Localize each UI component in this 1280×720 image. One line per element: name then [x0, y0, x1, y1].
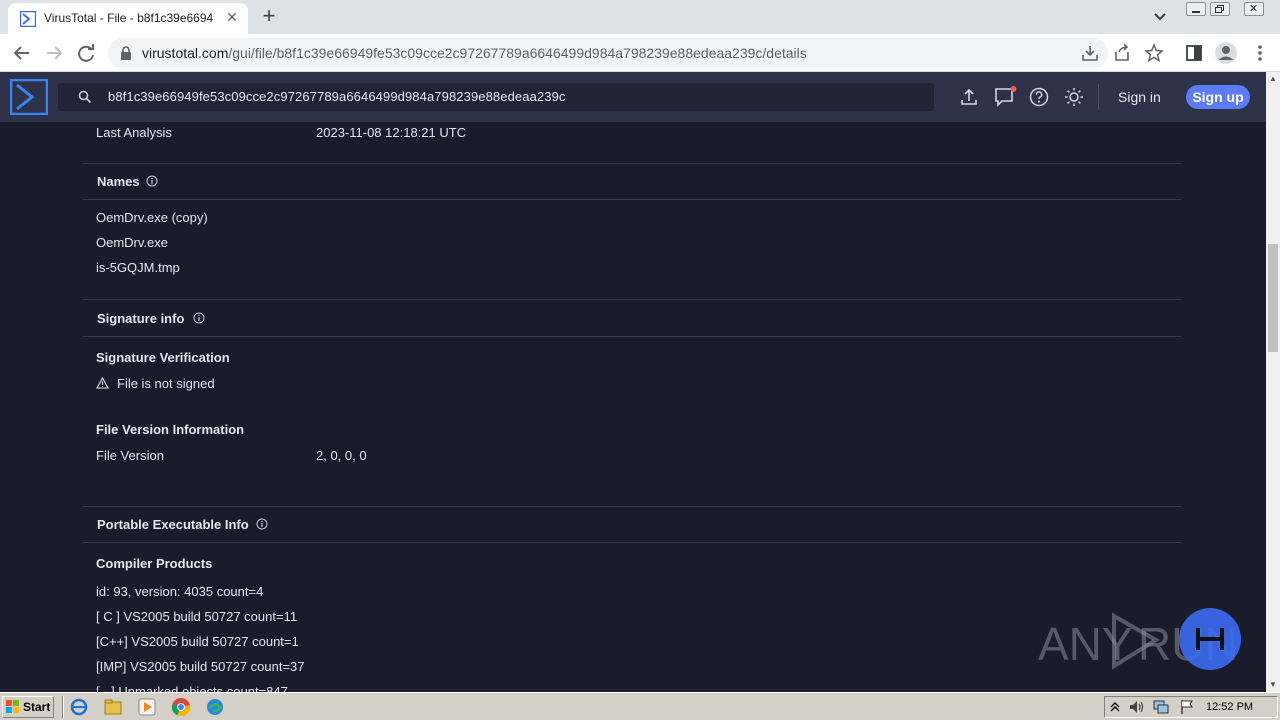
compiler-products-title: Compiler Products [96, 556, 213, 571]
file-explorer-folder-icon[interactable] [104, 698, 122, 716]
last-analysis-label: Last Analysis [96, 125, 172, 140]
warning-triangle-icon [96, 377, 109, 389]
edge-icon[interactable] [206, 698, 224, 716]
browser-tab-virustotal[interactable]: VirusTotal - File - b8f1c39e66949fe5 ✕ [8, 3, 248, 34]
file-details-content: Last Analysis 2023-11-08 12:18:21 UTC Na… [0, 122, 1266, 692]
signature-verification-title: Signature Verification [96, 350, 230, 365]
tab-close-icon[interactable]: ✕ [224, 9, 240, 25]
theme-toggle-sun-icon[interactable] [1064, 87, 1084, 107]
tab-title: VirusTotal - File - b8f1c39e66949fe5 [44, 11, 214, 25]
compiler-product-item: [IMP] VS2005 build 50727 count=37 [96, 659, 305, 674]
chrome-icon[interactable] [171, 697, 191, 717]
virustotal-logo-icon[interactable] [10, 79, 48, 115]
side-panel-icon[interactable] [1184, 43, 1204, 63]
pe-info-section-title: Portable Executable Info [97, 517, 249, 532]
windows-taskbar: Start 12:52 PM [0, 692, 1280, 720]
start-label: Start [23, 700, 51, 714]
divider [83, 336, 1181, 337]
browser-menu-icon[interactable] [1250, 43, 1270, 63]
url-path: /gui/file/b8f1c39e66949fe53c09cce2c97267… [228, 45, 807, 61]
bookmark-star-icon[interactable] [1144, 43, 1164, 63]
forward-arrow-icon[interactable] [43, 42, 65, 64]
divider [83, 299, 1181, 300]
network-icon[interactable] [1152, 698, 1170, 716]
info-icon[interactable] [193, 312, 205, 324]
scroll-up-arrow-icon[interactable]: ▲ [1266, 72, 1280, 86]
show-hidden-icons-chevron-icon[interactable] [1108, 698, 1122, 716]
compiler-product-item: id: 93, version: 4035 count=4 [96, 584, 264, 599]
name-item: is-5GQJM.tmp [96, 260, 180, 275]
signature-section-title: Signature info [97, 311, 185, 326]
names-section-title: Names [97, 174, 140, 189]
anyrun-watermark-logo: ANY RUN [1038, 608, 1241, 670]
window-close-button[interactable]: ✕ [1244, 2, 1264, 16]
divider [83, 163, 1181, 164]
back-arrow-icon[interactable] [11, 42, 33, 64]
window-restore-button[interactable] [1210, 2, 1230, 16]
divider [83, 542, 1181, 543]
divider [83, 199, 1181, 200]
help-icon[interactable] [1029, 87, 1049, 107]
search-icon [78, 90, 92, 104]
name-item: OemDrv.exe [96, 235, 168, 250]
browser-tab-strip: VirusTotal - File - b8f1c39e66949fe5 ✕ +… [0, 0, 1280, 34]
taskbar-clock[interactable]: 12:52 PM [1206, 701, 1253, 713]
tab-search-chevron-icon[interactable] [1150, 8, 1170, 26]
volume-icon[interactable] [1128, 698, 1146, 716]
media-player-icon[interactable] [138, 698, 156, 716]
share-icon[interactable] [1112, 43, 1132, 63]
compiler-product-item: [ - ] Unmarked objects count=847 [96, 684, 288, 692]
name-item: OemDrv.exe (copy) [96, 210, 208, 225]
virustotal-favicon-icon [20, 11, 36, 27]
scroll-down-arrow-icon[interactable]: ▼ [1266, 678, 1280, 692]
profile-avatar-icon[interactable] [1214, 41, 1238, 65]
notifications-chat-icon[interactable] [994, 85, 1018, 109]
compiler-product-item: [C++] VS2005 build 50727 count=1 [96, 634, 299, 649]
info-icon[interactable] [146, 175, 158, 187]
address-bar[interactable]: virustotal.com/gui/file/b8f1c39e66949fe5… [108, 38, 1108, 68]
file-version-value: 2, 0, 0, 0 [316, 448, 367, 463]
url-text: virustotal.com/gui/file/b8f1c39e66949fe5… [142, 45, 807, 61]
signature-status: File is not signed [117, 376, 215, 391]
window-minimize-button[interactable] [1186, 2, 1206, 16]
last-analysis-value: 2023-11-08 12:18:21 UTC [316, 125, 467, 140]
reload-icon[interactable] [75, 42, 97, 64]
sign-up-button[interactable]: Sign up [1186, 85, 1250, 109]
virustotal-header: b8f1c39e66949fe53c09cce2c97267789a664649… [0, 72, 1266, 122]
info-icon[interactable] [256, 518, 268, 530]
vt-search-value[interactable]: b8f1c39e66949fe53c09cce2c97267789a664649… [108, 89, 566, 104]
upload-icon[interactable] [959, 87, 979, 107]
vt-search-input[interactable]: b8f1c39e66949fe53c09cce2c97267789a664649… [58, 83, 934, 111]
file-version-info-title: File Version Information [96, 422, 245, 437]
new-tab-button[interactable]: + [258, 5, 280, 28]
taskbar-separator [62, 696, 64, 718]
scrollbar-thumb[interactable] [1268, 244, 1278, 352]
sign-in-link[interactable]: Sign in [1118, 89, 1161, 105]
browser-toolbar: virustotal.com/gui/file/b8f1c39e66949fe5… [0, 34, 1280, 72]
page-scrollbar[interactable] [1266, 72, 1280, 692]
windows-flag-icon [6, 700, 19, 713]
lock-icon[interactable] [120, 46, 132, 60]
file-version-label: File Version [96, 448, 164, 463]
internet-explorer-icon[interactable] [70, 698, 88, 716]
start-button[interactable]: Start [2, 696, 54, 718]
install-app-icon[interactable] [1080, 43, 1100, 63]
action-center-flag-icon[interactable] [1178, 698, 1196, 716]
header-divider [1098, 84, 1099, 110]
url-host: virustotal.com [142, 45, 229, 61]
divider [83, 506, 1181, 507]
compiler-product-item: [ C ] VS2005 build 50727 count=11 [96, 609, 298, 624]
